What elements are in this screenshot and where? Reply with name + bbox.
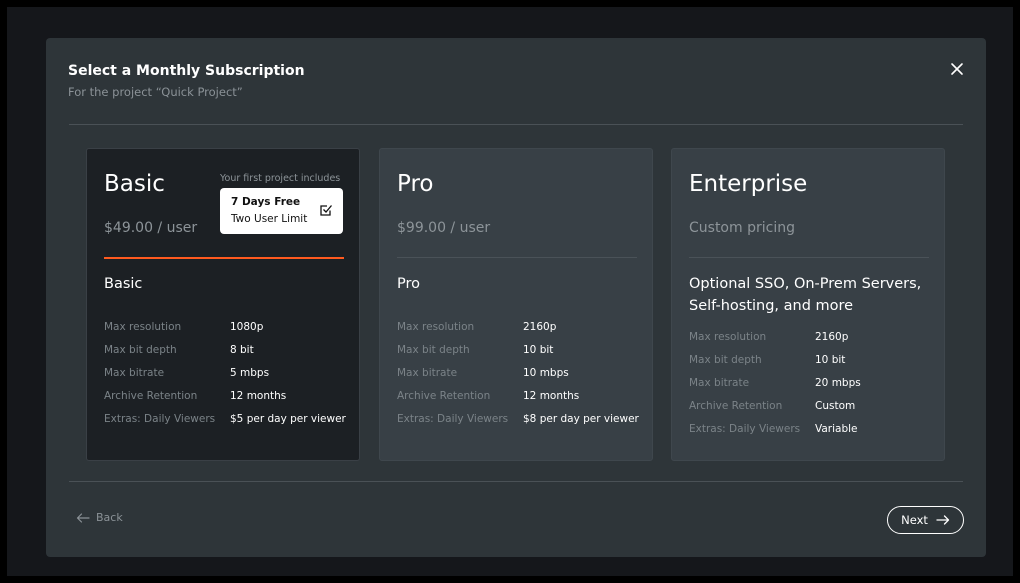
close-icon (951, 63, 963, 75)
spec-row: Max bit depth 8 bit (104, 338, 346, 361)
spec-value: 2160p (523, 320, 557, 333)
spec-row: Max bitrate 5 mbps (104, 361, 346, 384)
spec-value: Variable (815, 422, 858, 435)
modal-title: Select a Monthly Subscription (68, 63, 305, 79)
spec-row: Archive Retention 12 months (397, 384, 639, 407)
spec-label: Extras: Daily Viewers (397, 412, 509, 425)
spec-value: $5 per day per viewer (230, 412, 346, 425)
plan-card-basic[interactable]: Basic $49.00 / user Your first project i… (86, 148, 360, 461)
checkbox-checked-icon (320, 205, 332, 216)
spec-row: Extras: Daily Viewers $5 per day per view… (104, 407, 346, 430)
spec-value: 1080p (230, 320, 264, 333)
plan-name: Enterprise (689, 171, 808, 197)
spec-row: Extras: Daily Viewers $8 per day per view… (397, 407, 639, 430)
spec-label: Max bitrate (104, 366, 165, 379)
spec-label: Archive Retention (397, 389, 491, 402)
plan-divider (689, 257, 929, 258)
spec-label: Extras: Daily Viewers (104, 412, 216, 425)
plan-divider (104, 257, 344, 259)
back-label: Back (96, 511, 123, 524)
spec-list: Max resolution 2160p Max bit depth 10 bit … (689, 325, 861, 440)
promo-user-limit: Two User Limit (231, 213, 308, 225)
spec-value: Custom (815, 399, 856, 412)
footer-divider (69, 481, 963, 482)
plan-price: $99.00 / user (397, 220, 491, 236)
back-button[interactable]: Back (76, 511, 123, 524)
plan-divider (397, 257, 637, 258)
spec-label: Max resolution (104, 320, 182, 333)
spec-label: Max bit depth (104, 343, 177, 356)
spec-list: Max resolution 2160p Max bit depth 10 bit … (397, 315, 639, 430)
spec-value: 8 bit (230, 343, 254, 356)
spec-label: Max bit depth (689, 353, 762, 366)
spec-value: $8 per day per viewer (523, 412, 639, 425)
spec-label: Archive Retention (689, 399, 783, 412)
spec-label: Max resolution (689, 330, 767, 343)
spec-value: 12 months (230, 389, 287, 402)
subscription-modal: Select a Monthly Subscription For the pr… (46, 38, 986, 557)
plan-card-enterprise[interactable]: Enterprise Custom pricing Optional SSO, … (671, 148, 945, 461)
next-label: Next (901, 513, 928, 527)
spec-row: Max resolution 2160p (397, 315, 639, 338)
plan-description: Basic (104, 276, 143, 292)
spec-row: Max resolution 2160p (689, 325, 861, 348)
spec-row: Max bitrate 20 mbps (689, 371, 861, 394)
plan-name: Pro (397, 171, 434, 197)
plan-price: $49.00 / user (104, 220, 198, 236)
plan-price: Custom pricing (689, 220, 795, 236)
plan-name: Basic (104, 171, 165, 197)
spec-row: Max bitrate 10 mbps (397, 361, 639, 384)
spec-label: Max bitrate (397, 366, 458, 379)
spec-row: Max bit depth 10 bit (397, 338, 639, 361)
spec-value: 10 bit (815, 353, 846, 366)
spec-label: Extras: Daily Viewers (689, 422, 801, 435)
spec-list: Max resolution 1080p Max bit depth 8 bit M… (104, 315, 346, 430)
next-button[interactable]: Next (887, 506, 964, 534)
spec-value: 12 months (523, 389, 580, 402)
spec-row: Max bit depth 10 bit (689, 348, 861, 371)
spec-row: Archive Retention 12 months (104, 384, 346, 407)
spec-value: 2160p (815, 330, 849, 343)
plan-description: Pro (397, 276, 421, 292)
close-button[interactable] (946, 58, 968, 80)
spec-label: Max bit depth (397, 343, 470, 356)
plan-description: Optional SSO, On-Prem Servers, Self-host… (689, 276, 922, 314)
spec-row: Max resolution 1080p (104, 315, 346, 338)
arrow-left-icon (76, 512, 90, 523)
modal-subtitle: For the project “Quick Project” (68, 85, 243, 99)
spec-value: 10 bit (523, 343, 554, 356)
spec-label: Archive Retention (104, 389, 198, 402)
promo-caption: Your first project includes (220, 173, 341, 184)
promo-box: 7 Days Free Two User Limit (220, 188, 343, 234)
arrow-right-icon (936, 515, 950, 525)
spec-value: 20 mbps (815, 376, 861, 389)
promo-free-days: 7 Days Free (231, 196, 301, 208)
plan-card-pro[interactable]: Pro $99.00 / user Pro Max resolution 2160… (379, 148, 653, 461)
spec-value: 5 mbps (230, 366, 270, 379)
spec-row: Extras: Daily Viewers Variable (689, 417, 861, 440)
spec-value: 10 mbps (523, 366, 569, 379)
spec-row: Archive Retention Custom (689, 394, 861, 417)
spec-label: Max resolution (397, 320, 475, 333)
spec-label: Max bitrate (689, 376, 750, 389)
header-divider (69, 124, 963, 125)
